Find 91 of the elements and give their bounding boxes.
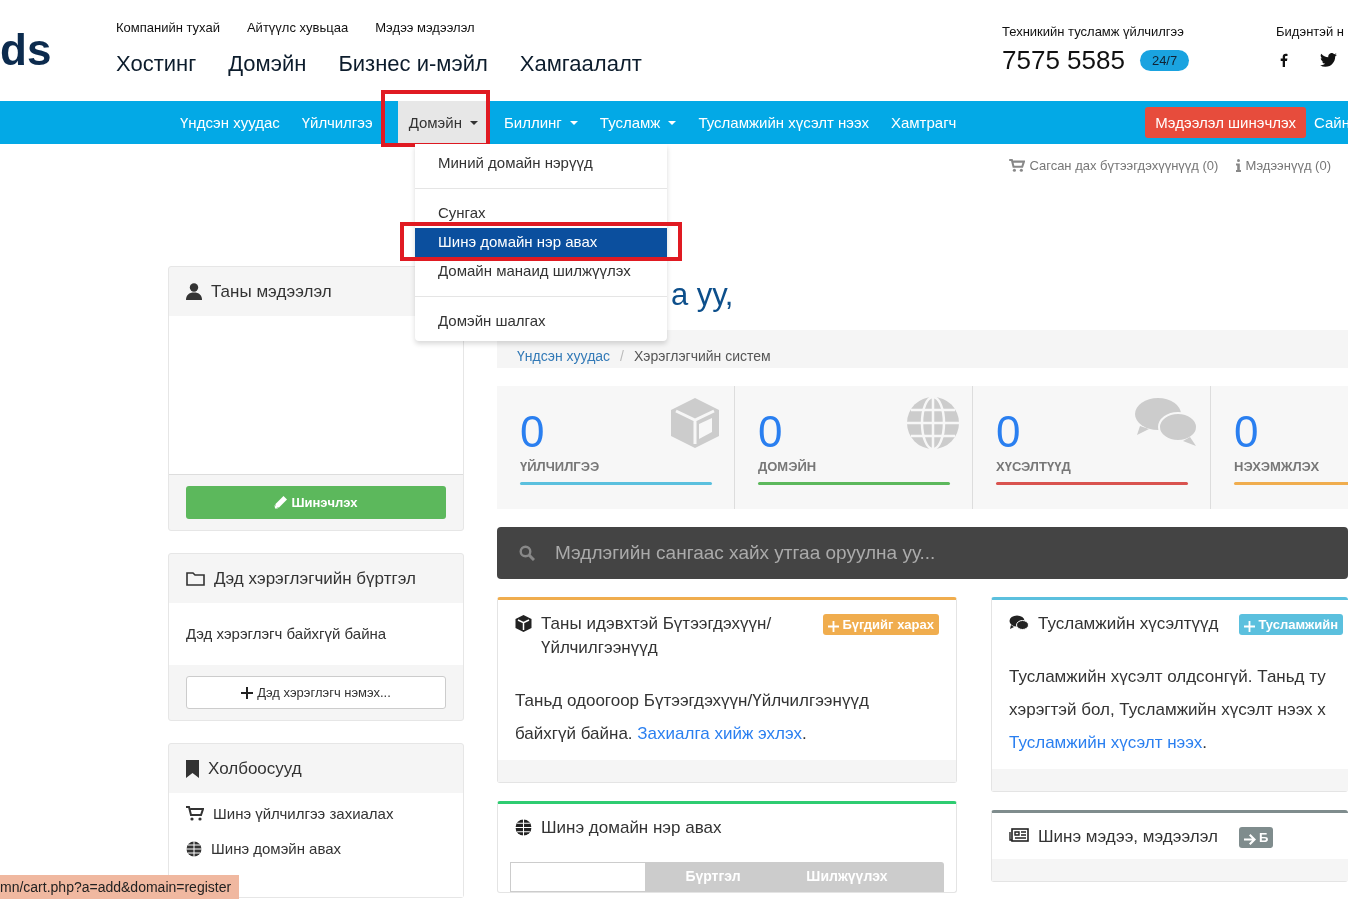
panel-title: Шинэ домайн нэр авах: [541, 817, 723, 839]
main-menu-link[interactable]: Бизнес и-мэйл: [338, 51, 488, 77]
twitter-icon[interactable]: [1320, 53, 1337, 67]
folder-icon: [186, 571, 205, 586]
arrow-right-icon: [1244, 833, 1256, 845]
globe-icon: [906, 396, 960, 450]
cube-icon: [515, 615, 532, 632]
nav-item[interactable]: Үндсэн хуудас: [169, 101, 291, 144]
open-ticket-link[interactable]: Тусламжийн хүсэлт нээх: [1009, 733, 1203, 752]
panel-title: Холбоосууд: [208, 758, 302, 779]
nav-item[interactable]: Тусламжийн хүсэлт нээх: [687, 101, 880, 144]
punctuation: .: [1202, 733, 1207, 752]
dropdown-item[interactable]: Шинэ домайн нэр авах: [415, 228, 667, 257]
dropdown-item[interactable]: Домэйн шалгах: [415, 307, 667, 336]
panel-action-button[interactable]: Б: [1239, 827, 1274, 848]
availability-badge: 24/7: [1139, 50, 1190, 71]
header-link[interactable]: Сагсан дах бүтээгдэхүүнүүд (0): [1009, 158, 1219, 173]
sidebar-link[interactable]: Шинэ домэйн авах: [186, 840, 446, 857]
breadcrumb-item[interactable]: Хэрэглэгчийн систем: [634, 348, 771, 364]
phone-number: 7575 5585: [1002, 45, 1125, 76]
empty-message: хэрэгтэй бол, Тусламжийн хүсэлт нээх х: [1009, 699, 1327, 721]
plus-icon: [1244, 620, 1256, 632]
stat-label: НЭХЭМЖЛЭХ: [1234, 459, 1321, 474]
stat-tile[interactable]: 0 ҮЙЛЧИЛГЭЭ: [497, 386, 735, 509]
update-info-button[interactable]: Мэдээлэл шинэчлэх: [1145, 107, 1306, 138]
nav-item[interactable]: Домэйн: [397, 101, 489, 144]
dropdown-item[interactable]: Миний домайн нэрүүд: [415, 149, 667, 189]
header-link[interactable]: Мэдээнүүд (0): [1236, 158, 1331, 173]
chat-icon: [1134, 396, 1198, 448]
social-label: Бидэнтэй н: [1276, 24, 1345, 39]
stat-value: 0: [996, 410, 1021, 454]
empty-message: Дэд хэрэглэгч байхгүй байна: [186, 625, 387, 642]
top-link[interactable]: Компанийн тухай: [116, 20, 220, 35]
box-icon: [668, 396, 722, 450]
main-menu-link[interactable]: Домэйн: [228, 51, 307, 77]
caret-icon: [668, 120, 677, 125]
pencil-icon: [274, 496, 288, 509]
dropdown-item[interactable]: Сунгах: [415, 199, 667, 228]
plus-icon: [241, 686, 254, 699]
breadcrumb-separator: /: [620, 348, 624, 364]
top-link[interactable]: Айтүүлс хувьцаа: [246, 20, 349, 35]
panel-title: Таны мэдээлэл: [211, 281, 332, 302]
nav-item[interactable]: Үйлчилгээ: [290, 101, 384, 144]
breadcrumb-item[interactable]: Үндсэн хуудас: [517, 348, 611, 364]
globe-icon: [186, 840, 202, 857]
main-menu-link[interactable]: Хостинг: [116, 51, 197, 77]
stat-value: 0: [520, 410, 545, 454]
user-icon: [186, 283, 202, 300]
panel-title: Шинэ мэдээ, мэдээлэл: [1038, 826, 1218, 848]
empty-message: Тусламжийн хүсэлт олдсонгүй. Таньд ту: [1009, 666, 1327, 688]
facebook-icon[interactable]: [1280, 53, 1288, 67]
stat-label: ХҮСЭЛТҮҮД: [996, 459, 1072, 474]
stat-value: 0: [1234, 410, 1259, 454]
order-link[interactable]: Захиалга хийж эхлэх: [637, 724, 802, 743]
empty-message: Таньд одоогоор Бүтээгдэхүүн/Үйлчилгээнүүд байхгүй байна. Захиалга хийж эхлэх.: [515, 690, 870, 745]
page-heading: а уу,: [671, 278, 735, 312]
panel-title: Тусламжийн хүсэлтүүд: [1038, 613, 1219, 635]
globe-icon: [515, 819, 532, 836]
bookmark-icon: [186, 759, 199, 778]
logo[interactable]: ds: [0, 24, 48, 76]
chat-icon: [1009, 615, 1029, 631]
sidebar-link[interactable]: Шинэ үйлчилгээ захиалах: [186, 805, 446, 822]
search-icon: [519, 545, 535, 561]
cart-icon: [186, 806, 204, 821]
update-profile-button[interactable]: Шинэчлэх: [186, 486, 446, 519]
add-contact-button[interactable]: Дэд хэрэглэгч нэмэх...: [186, 676, 446, 709]
stat-label: ҮЙЛЧИЛГЭЭ: [520, 459, 601, 474]
nav-item[interactable]: Хамтрагч: [879, 101, 968, 144]
caret-icon: [469, 120, 478, 125]
info-icon: [1236, 159, 1242, 172]
main-menu-link[interactable]: Хамгаалалт: [519, 51, 642, 77]
stat-label: ДОМЭЙН: [758, 459, 818, 474]
search-input[interactable]: Мэдлэгийн сангаас хайх утгаа оруулна уу...: [553, 541, 1348, 565]
support-label: Техникийн тусламж үйлчилгээ: [1002, 24, 1185, 39]
search-field[interactable]: Мэдлэгийн сангаас хайх утгаа оруулна уу...: [497, 527, 1348, 579]
greeting-link[interactable]: Сайн: [1314, 114, 1348, 131]
panel-title: Дэд хэрэглэгчийн бүртгэл: [214, 568, 416, 589]
caret-icon: [569, 120, 578, 125]
newspaper-icon: [1009, 828, 1029, 842]
status-url: mn/cart.php?a=add&domain=register: [0, 875, 240, 899]
dropdown-item[interactable]: Домайн манаид шилжүүлэх: [415, 257, 667, 297]
nav-item[interactable]: Тусламж: [588, 101, 688, 144]
stat-tile[interactable]: 0 НЭХЭМЖЛЭХ: [1211, 386, 1348, 509]
stat-tile[interactable]: 0 ХҮСЭЛТҮҮД: [973, 386, 1211, 509]
top-link[interactable]: Мэдээ мэдээлэл: [375, 20, 475, 35]
nav-item[interactable]: Биллинг: [492, 101, 589, 144]
stat-value: 0: [758, 410, 783, 454]
panel-title: Таны идэвхтэй Бүтээгдэхүүн/ Үйлчилгээнүүд: [541, 613, 773, 659]
plus-icon: [828, 620, 840, 632]
cart-icon: [1009, 159, 1026, 172]
stat-tile[interactable]: 0 ДОМЭЙН: [735, 386, 973, 509]
